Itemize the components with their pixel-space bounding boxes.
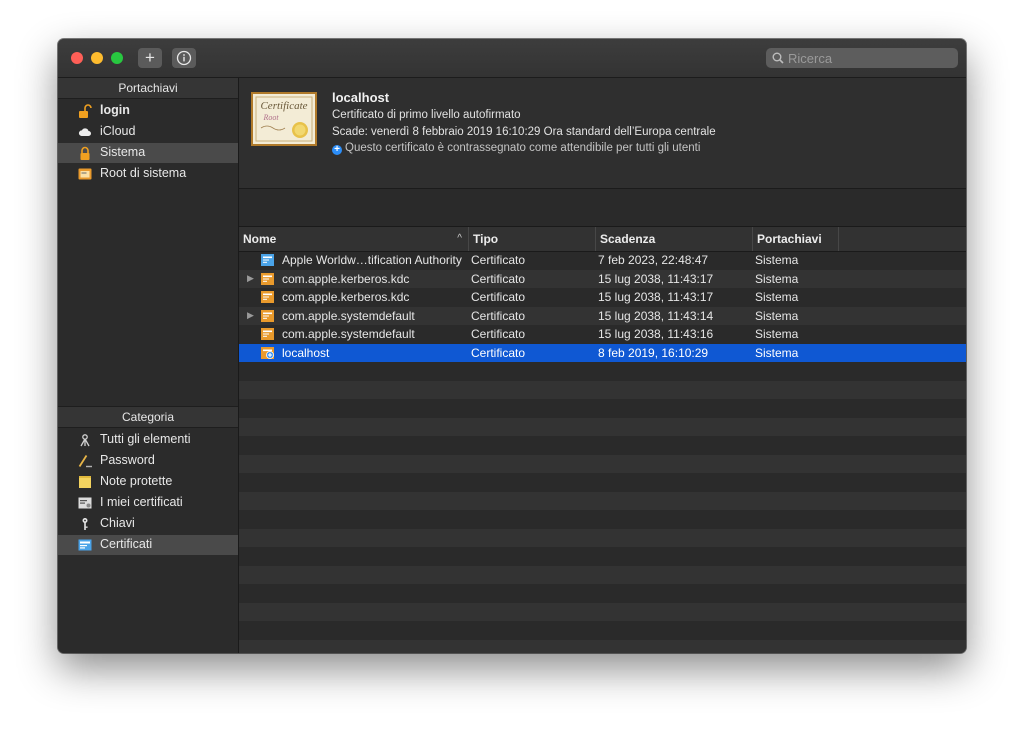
sidebar-item-label: Note protette xyxy=(100,474,173,488)
info-icon xyxy=(176,50,192,66)
certificate-expiry: Scade: venerdì 8 febbraio 2019 16:10:29 … xyxy=(332,126,716,138)
keychain-access-window: + Portachiavi login xyxy=(58,39,966,653)
column-header-portachiavi[interactable]: Portachiavi xyxy=(753,227,839,251)
sidebar-item-label: Root di sistema xyxy=(100,166,187,180)
locked-padlock-icon xyxy=(80,146,90,160)
sort-ascending-icon: ^ xyxy=(457,233,462,244)
search-input[interactable] xyxy=(788,48,948,68)
add-item-button[interactable]: + xyxy=(138,48,162,68)
certificate-subtitle: Certificato di primo livello autofirmato xyxy=(332,109,521,121)
table-row[interactable]: com.apple.systemdefault Certificato 15 l… xyxy=(239,325,966,344)
certificate-icon xyxy=(261,272,274,285)
column-header-scadenza[interactable]: Scadenza xyxy=(596,227,753,251)
disclosure-triangle-icon[interactable]: ▶ xyxy=(247,273,254,284)
sidebar-item-note-protette[interactable]: Note protette xyxy=(58,472,238,492)
column-header-nome[interactable]: Nome ^ xyxy=(239,227,469,251)
empty-row xyxy=(239,565,966,584)
sidebar-item-label: iCloud xyxy=(100,124,136,138)
sidebar-item-label: Sistema xyxy=(100,145,146,159)
trusted-plus-icon: + xyxy=(332,145,342,155)
certificates-icon xyxy=(78,539,92,551)
folder-certificates-icon xyxy=(78,168,92,180)
keychains-header: Portachiavi xyxy=(58,78,238,99)
table-row[interactable]: ▶ com.apple.kerberos.kdc Certificato 15 … xyxy=(239,269,966,288)
sidebar-item-login[interactable]: login xyxy=(58,101,238,121)
sidebar-item-label: I miei certificati xyxy=(100,495,183,509)
table-header: Nome ^ Tipo Scadenza Portachiavi xyxy=(239,226,966,252)
unlocked-padlock-icon xyxy=(79,104,92,118)
sidebar-item-icloud[interactable]: iCloud xyxy=(58,122,238,142)
title-bar: + xyxy=(58,39,966,78)
sidebar-item-certificati[interactable]: Certificati xyxy=(58,535,238,555)
password-icon xyxy=(78,455,92,468)
sidebar-item-label: Tutti gli elementi xyxy=(100,432,191,446)
get-info-button[interactable] xyxy=(172,48,196,68)
empty-row xyxy=(239,639,966,653)
trusted-certificate-icon xyxy=(261,346,274,359)
sidebar-item-i-miei-certificati[interactable]: I miei certificati xyxy=(58,493,238,513)
secure-note-icon xyxy=(79,476,91,488)
certificate-icon xyxy=(261,328,274,340)
sidebar-item-label: Chiavi xyxy=(100,516,135,530)
certificate-icon xyxy=(261,254,274,266)
empty-row xyxy=(239,528,966,547)
categories-header: Categoria xyxy=(58,406,238,428)
cloud-icon xyxy=(78,128,91,136)
sidebar-item-tutti-gli-elementi[interactable]: Tutti gli elementi xyxy=(58,430,238,450)
empty-row xyxy=(239,380,966,399)
minimize-window-button[interactable] xyxy=(91,52,103,64)
key-icon xyxy=(82,518,88,530)
sidebar-item-label: Certificati xyxy=(100,537,153,551)
certificate-title: localhost xyxy=(332,90,390,105)
my-certificates-icon xyxy=(78,497,92,509)
certificate-icon xyxy=(261,309,274,322)
trust-text: Questo certificato è contrassegnato come… xyxy=(345,142,701,154)
sidebar: Portachiavi login iCloud Sistema Root di… xyxy=(58,78,239,653)
empty-row xyxy=(239,454,966,473)
certificate-icon xyxy=(261,291,274,303)
certificate-image-icon: Certificate Root xyxy=(251,92,317,146)
empty-row xyxy=(239,417,966,436)
certificate-detail-panel: Certificate Root localhost Certificato d… xyxy=(239,78,966,189)
all-items-icon xyxy=(80,434,90,447)
zoom-window-button[interactable] xyxy=(111,52,123,64)
table-row[interactable]: ▶ com.apple.systemdefault Certificato 15… xyxy=(239,306,966,325)
certificate-trust-status: + Questo certificato è contrassegnato com… xyxy=(332,142,700,155)
disclosure-triangle-icon[interactable]: ▶ xyxy=(247,310,254,321)
sidebar-item-label: Password xyxy=(100,453,155,467)
main-content: Certificate Root localhost Certificato d… xyxy=(239,78,966,653)
search-icon xyxy=(772,52,784,64)
table-row[interactable]: Apple Worldw…tification Authority Certif… xyxy=(239,251,966,270)
plus-icon: + xyxy=(145,48,155,67)
close-window-button[interactable] xyxy=(71,52,83,64)
sidebar-item-label: login xyxy=(100,103,130,117)
sidebar-item-root-di-sistema[interactable]: Root di sistema xyxy=(58,164,238,184)
empty-row xyxy=(239,602,966,621)
empty-row xyxy=(239,491,966,510)
table-row[interactable]: com.apple.kerberos.kdc Certificato 15 lu… xyxy=(239,288,966,307)
sidebar-item-password[interactable]: Password xyxy=(58,451,238,471)
search-field[interactable] xyxy=(766,48,958,68)
table-row-selected[interactable]: localhost Certificato 8 feb 2019, 16:10:… xyxy=(239,343,966,362)
certificate-image-subtext: Root xyxy=(262,113,279,122)
certificate-image-text: Certificate xyxy=(260,100,307,112)
sidebar-item-chiavi[interactable]: Chiavi xyxy=(58,514,238,534)
column-header-tipo[interactable]: Tipo xyxy=(469,227,596,251)
sidebar-item-sistema[interactable]: Sistema xyxy=(58,143,238,163)
